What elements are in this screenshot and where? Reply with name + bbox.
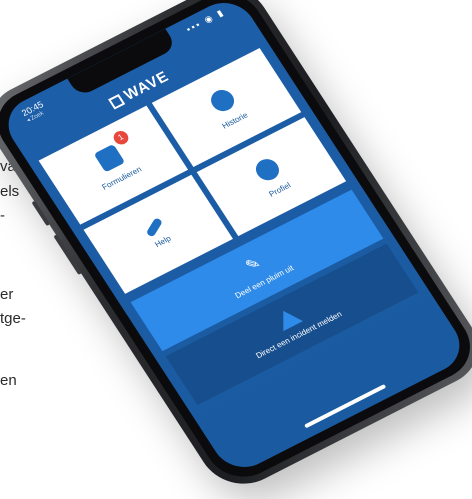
warning-icon — [273, 305, 303, 331]
feather-icon: ✎ — [242, 254, 264, 275]
phone-bezel: 20:45 ◂ Zoek ▪▪▪ ◉ ▮ WAVE 1 Formulieren … — [0, 0, 472, 489]
notification-badge: 1 — [110, 128, 132, 147]
bg-text-line: tge- — [0, 310, 26, 327]
user-icon — [250, 155, 283, 184]
tile-label: Profiel — [267, 180, 293, 199]
bg-text-line: - — [0, 207, 5, 224]
logo-mark-icon — [108, 93, 126, 110]
home-indicator[interactable] — [303, 384, 387, 429]
bg-text-line: er — [0, 286, 14, 303]
app-screen: 20:45 ◂ Zoek ▪▪▪ ◉ ▮ WAVE 1 Formulieren … — [0, 0, 472, 478]
bg-text-line: en — [0, 372, 17, 389]
tile-label: Help — [152, 233, 173, 249]
phone-mockup: 20:45 ◂ Zoek ▪▪▪ ◉ ▮ WAVE 1 Formulieren … — [0, 0, 472, 498]
wrench-icon — [144, 216, 163, 238]
history-icon — [206, 86, 238, 115]
phone-frame: 20:45 ◂ Zoek ▪▪▪ ◉ ▮ WAVE 1 Formulieren … — [0, 0, 472, 498]
bg-text-line: els — [0, 183, 20, 200]
status-icons: ▪▪▪ ◉ ▮ — [184, 6, 227, 35]
document-icon — [92, 143, 125, 173]
tile-label: Historie — [220, 110, 250, 131]
